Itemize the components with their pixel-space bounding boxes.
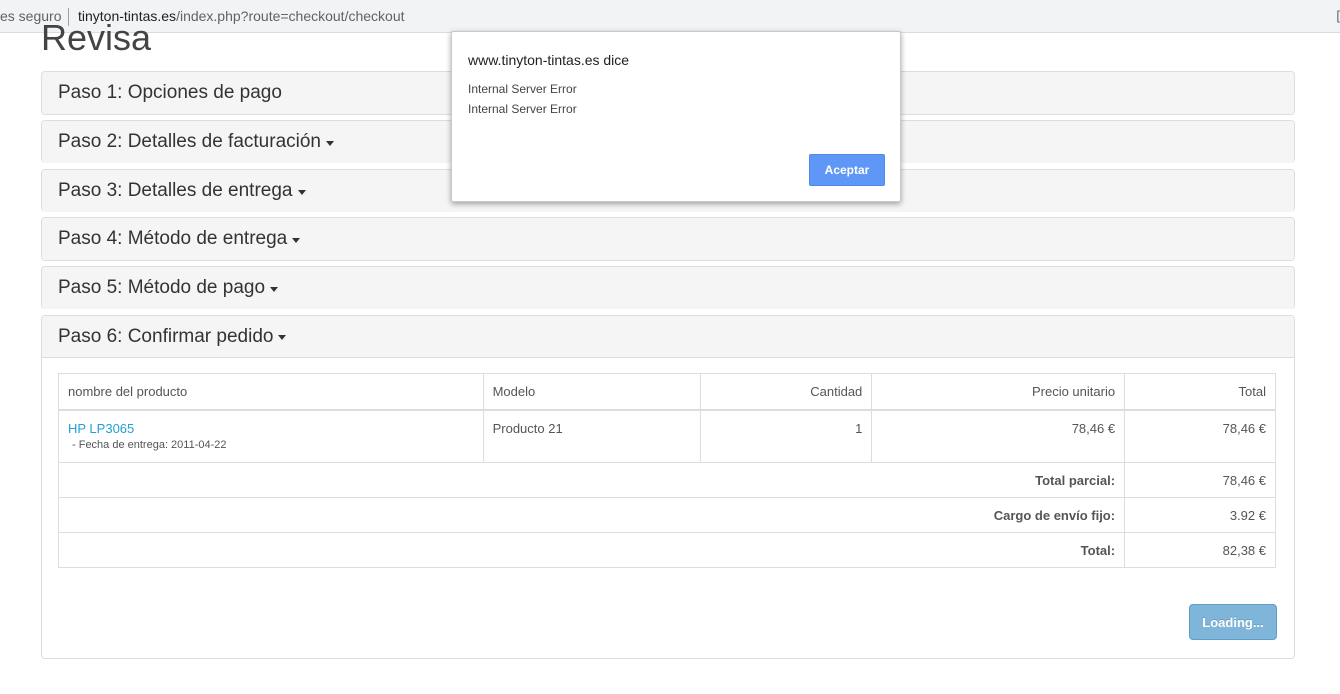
column-header-quantity: Cantidad xyxy=(700,373,873,411)
column-header-total: Total xyxy=(1124,373,1276,411)
product-link[interactable]: HP LP3065 xyxy=(68,421,134,436)
step-1-label: Paso 1: Opciones de pago xyxy=(58,82,282,103)
shipping-row: Cargo de envío fijo: 3.92 € xyxy=(57,497,1276,533)
browser-edge-icon: [ xyxy=(1336,8,1340,23)
step-5-heading[interactable]: Paso 5: Método de pago xyxy=(42,267,1294,309)
caret-down-icon xyxy=(278,335,287,340)
step-4-panel: Paso 4: Método de entrega xyxy=(41,217,1295,261)
model-cell: Producto 21 xyxy=(482,409,702,463)
caret-down-icon xyxy=(292,237,301,243)
alert-dialog: www.tinyton-tintas.es dice Internal Serv… xyxy=(451,31,901,202)
grand-total-label: Total: xyxy=(57,532,1126,568)
order-table: nombre del producto Modelo Cantidad Prec… xyxy=(57,373,1276,568)
column-header-model: Modelo xyxy=(482,373,702,411)
quantity-cell: 1 xyxy=(700,409,873,463)
unit-price-cell: 78,46 € xyxy=(871,409,1126,463)
step-3-label: Paso 3: Detalles de entrega xyxy=(58,180,293,201)
step-6-heading[interactable]: Paso 6: Confirmar pedido xyxy=(42,316,1294,358)
dialog-message-line: Internal Server Error xyxy=(468,102,577,116)
step-6-label: Paso 6: Confirmar pedido xyxy=(58,325,274,347)
column-header-product: nombre del producto xyxy=(58,373,484,411)
shipping-label: Cargo de envío fijo: xyxy=(57,497,1126,533)
shipping-value: 3.92 € xyxy=(1124,497,1276,533)
step-2-label: Paso 2: Detalles de facturación xyxy=(58,131,321,152)
caret-down-icon xyxy=(297,189,306,195)
step-5-panel: Paso 5: Método de pago xyxy=(41,266,1295,309)
step-4-label: Paso 4: Método de entrega xyxy=(58,228,288,249)
caret-down-icon xyxy=(326,140,334,146)
page-title: Revisa xyxy=(41,17,152,58)
grand-total-row: Total: 82,38 € xyxy=(57,532,1276,568)
table-row: HP LP3065 - Fecha de entrega: 2011-04-22… xyxy=(58,409,1276,463)
confirm-order-button[interactable]: Loading... xyxy=(1189,604,1277,640)
dialog-title: www.tinyton-tintas.es dice xyxy=(468,52,630,68)
browser-address-bar[interactable]: es seguro tinyton-tintas.es/index.php?ro… xyxy=(0,0,1340,33)
product-cell: HP LP3065 - Fecha de entrega: 2011-04-22 xyxy=(58,409,484,463)
subtotal-row: Total parcial: 78,46 € xyxy=(57,462,1276,498)
accept-button[interactable]: Aceptar xyxy=(809,154,885,186)
dialog-message-line: Internal Server Error xyxy=(468,82,577,96)
subtotal-label: Total parcial: xyxy=(57,462,1126,498)
subtotal-value: 78,46 € xyxy=(1124,462,1276,498)
caret-down-icon xyxy=(270,286,279,292)
step-4-heading[interactable]: Paso 4: Método de entrega xyxy=(42,218,1294,260)
step-5-label: Paso 5: Método de pago xyxy=(58,277,266,298)
grand-total-value: 82,38 € xyxy=(1124,532,1276,568)
url-path: /index.php?route=checkout/checkout xyxy=(176,8,405,24)
product-option: - Fecha de entrega: 2011-04-22 xyxy=(72,438,227,451)
step-6-panel: Paso 6: Confirmar pedido nombre del prod… xyxy=(41,315,1295,659)
column-header-unit-price: Precio unitario xyxy=(871,373,1126,411)
total-cell: 78,46 € xyxy=(1124,409,1276,463)
table-header-row: nombre del producto Modelo Cantidad Prec… xyxy=(58,373,1276,411)
